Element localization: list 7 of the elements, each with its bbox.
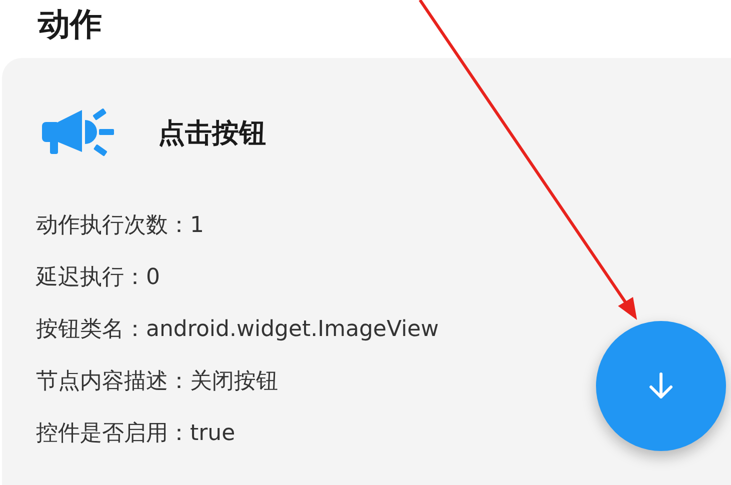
detail-text: 控件是否启用：true <box>36 420 236 448</box>
detail-text: 延迟执行：0 <box>36 264 160 292</box>
section-title: 动作 <box>36 4 103 45</box>
detail-text: 动作执行次数：1 <box>36 212 204 240</box>
detail-text: 按钮类名：android.widget.ImageView <box>36 316 439 344</box>
action-title: 点击按钮 <box>158 117 266 151</box>
detail-text: 节点内容描述：关闭按钮 <box>36 368 278 396</box>
